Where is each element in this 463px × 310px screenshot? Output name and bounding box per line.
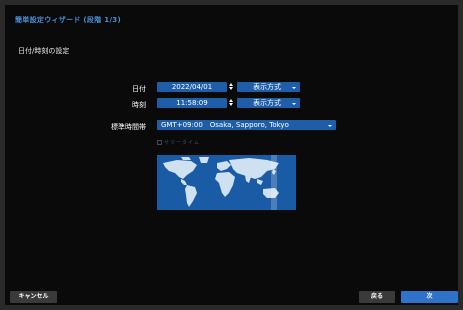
date-format-select[interactable]: 表示方式 <box>237 82 300 92</box>
spin-down-icon[interactable] <box>229 103 233 106</box>
time-format-select[interactable]: 表示方式 <box>237 98 300 108</box>
spin-down-icon[interactable] <box>229 87 233 90</box>
time-field[interactable]: 11:58:09 <box>157 98 227 108</box>
time-spinner-icon[interactable] <box>228 98 234 108</box>
next-button[interactable]: 次 <box>401 291 458 303</box>
cancel-button[interactable]: キャンセル <box>10 291 57 303</box>
world-map-icon <box>157 155 296 210</box>
date-spinner-icon[interactable] <box>228 82 234 92</box>
time-format-label: 表示方式 <box>253 99 281 107</box>
spin-up-icon[interactable] <box>229 83 233 86</box>
chevron-down-icon <box>292 103 296 105</box>
date-format-label: 表示方式 <box>253 83 281 91</box>
date-label: 日付 <box>132 85 146 93</box>
checkbox-icon[interactable] <box>157 140 162 145</box>
chevron-down-icon <box>292 87 296 89</box>
timezone-value: GMT+09:00 Osaka, Sapporo, Tokyo <box>161 121 289 129</box>
timezone-select[interactable]: GMT+09:00 Osaka, Sapporo, Tokyo <box>157 120 336 130</box>
spin-up-icon[interactable] <box>229 99 233 102</box>
dst-label: サマータイム <box>164 140 200 146</box>
wizard-title: 簡単設定ウィザード (段階 1/3) <box>15 16 121 24</box>
dst-checkbox[interactable]: サマータイム <box>157 139 200 146</box>
timezone-label: 標準時間帯 <box>111 123 146 131</box>
time-label: 時刻 <box>132 101 146 109</box>
back-button[interactable]: 戻る <box>359 291 395 303</box>
section-title: 日付/時刻の設定 <box>18 47 70 55</box>
chevron-down-icon <box>328 125 332 127</box>
date-field[interactable]: 2022/04/01 <box>157 82 227 92</box>
world-map[interactable] <box>157 155 296 210</box>
